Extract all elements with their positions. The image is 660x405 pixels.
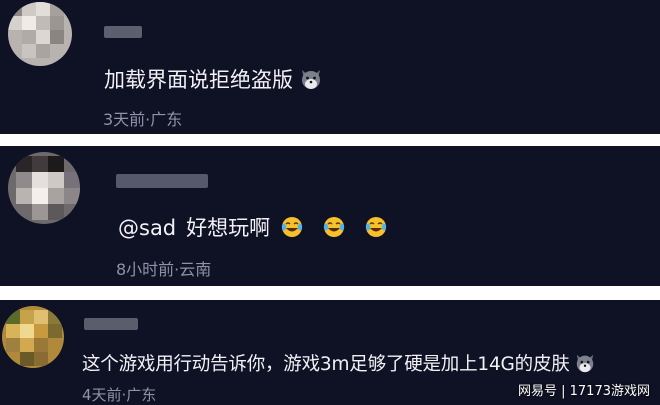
laughing-crying-emoji [281,217,303,237]
comment-card: 加载界面说拒绝盗版 3天前·广东 [0,0,660,134]
wolf-face-emoji [302,70,320,89]
comment-card: @sad 好想玩啊 8小时前·云南 [0,146,660,286]
comment-body: 好想玩啊 [186,216,271,240]
comment-text: @sad 好想玩啊 [118,212,388,242]
comment-text: 加载界面说拒绝盗版 [104,64,323,94]
comment-body: 这个游戏用行动告诉你，游戏3m足够了硬是加上14G的皮肤 [82,354,570,375]
laughing-crying-emoji [365,217,387,237]
avatar[interactable] [8,152,80,224]
comment-body: 加载界面说拒绝盗版 [104,68,293,92]
laughing-crying-emoji [323,217,345,237]
avatar[interactable] [8,2,72,66]
mention-link[interactable]: @sad [118,216,176,240]
comment-meta: 4天前·广东 [82,386,157,404]
username-blurred[interactable] [116,174,208,188]
comment-text: 这个游戏用行动告诉你，游戏3m足够了硬是加上14G的皮肤 [82,350,596,376]
wolf-face-emoji [576,354,593,373]
username-blurred[interactable] [84,318,138,330]
avatar[interactable] [2,306,64,368]
comment-meta: 3天前·广东 [103,110,183,129]
comment-card: 这个游戏用行动告诉你，游戏3m足够了硬是加上14G的皮肤 4天前·广东 网易号 … [0,300,660,405]
watermark: 网易号 | 17173游戏网 [518,384,650,399]
username-blurred[interactable] [104,26,142,38]
comment-meta: 8小时前·云南 [116,260,212,279]
